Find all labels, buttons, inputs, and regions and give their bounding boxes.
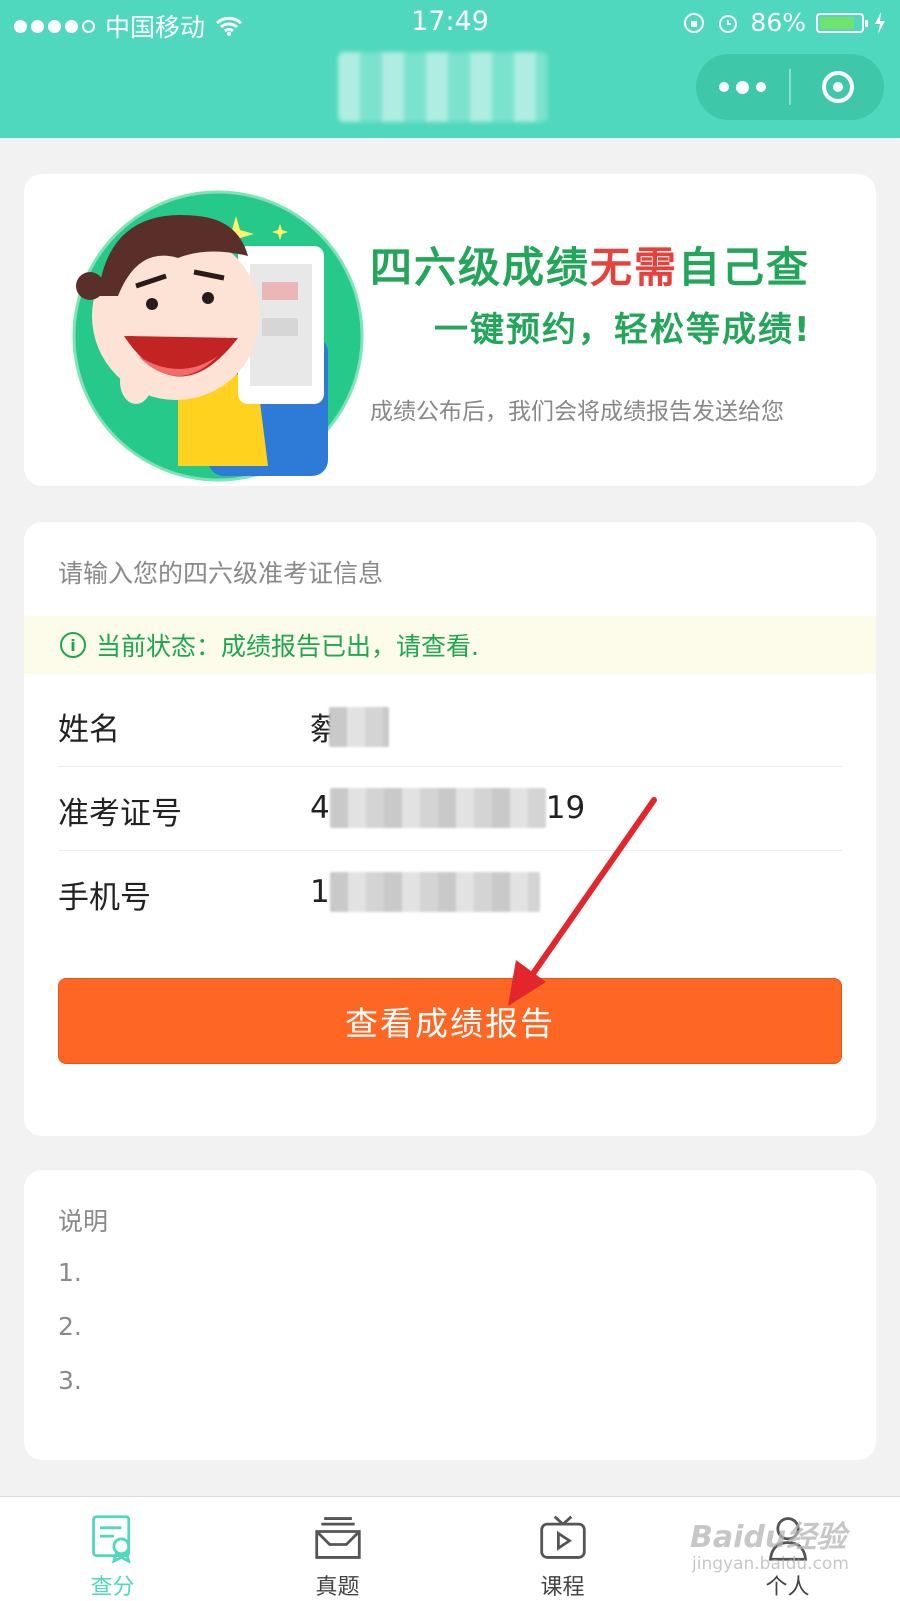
target-circle-icon [821,71,854,103]
alarm-icon [719,14,738,33]
ticket-number-suffix: 19 [545,790,586,826]
tab-score[interactable]: 查分 [0,1497,225,1601]
form-hint: 请输入您的四六级准考证信息 [58,559,384,588]
tab-past-papers[interactable]: 真题 [225,1497,450,1601]
tab-score-label: 查分 [90,1575,135,1600]
phone-field[interactable]: 手机号 1 [58,850,842,934]
banner-subtitle: 一键预约，轻松等成绩! [434,310,812,350]
battery-icon [816,12,868,33]
rotation-lock-icon [684,12,705,33]
phone-prefix: 1 [310,874,330,910]
exam-info-form: 请输入您的四六级准考证信息 i 当前状态：成绩报告已出，请查看. 姓名 蔡 准考… [24,522,876,1136]
tv-play-icon [539,1515,586,1559]
watermark-domain: jingyan.baidu.com [692,1554,849,1574]
note-item: 3. [58,1366,82,1395]
inbox-tray-icon [314,1517,361,1559]
banner-title-part1: 四六级成绩 [370,243,591,292]
score-check-icon [91,1515,131,1563]
notes-section: 说明 1. 2. 3. [24,1170,876,1460]
ticket-number-label: 准考证号 [58,796,182,832]
more-menu-button[interactable] [696,54,789,120]
ticket-number-value: 4 19 [310,788,585,828]
tab-courses[interactable]: 课程 [450,1497,675,1601]
charging-icon [875,11,885,34]
phone-value: 1 [310,872,540,912]
status-bar: 中国移动 17:49 86% [0,0,900,44]
promo-banner: 四六级成绩无需自己查 一键预约，轻松等成绩! 成绩公布后，我们会将成绩报告发送给… [24,174,876,486]
banner-title-highlight: 无需 [590,243,679,292]
info-icon: i [60,632,86,658]
more-dots-icon [719,82,729,92]
phone-redacted [329,872,540,912]
app-header: 中国移动 17:49 86% [0,0,900,138]
watermark-brand: Baidu经验 [690,1520,847,1555]
name-label: 姓名 [58,712,120,748]
name-value: 蔡 [310,704,389,749]
battery-percentage: 86% [750,8,806,37]
ticket-number-redacted [329,788,546,828]
view-score-report-button[interactable]: 查看成绩报告 [58,978,842,1064]
status-text: 当前状态：成绩报告已出，请查看. [96,632,479,661]
tab-past-papers-label: 真题 [315,1575,360,1600]
ticket-number-prefix: 4 [310,790,330,826]
note-item: 2. [58,1312,82,1341]
banner-title-part2: 自己查 [678,243,811,292]
banner-title: 四六级成绩无需自己查 [370,234,810,295]
cartoon-boy-illustration [72,190,364,482]
ticket-number-field[interactable]: 准考证号 4 19 [58,766,842,851]
banner-description: 成绩公布后，我们会将成绩报告发送给您 [370,399,784,425]
close-miniprogram-button[interactable] [791,54,884,120]
page-title-redacted [338,52,548,122]
note-item: 1. [58,1258,82,1287]
miniprogram-capsule [696,54,884,120]
phone-label: 手机号 [58,880,151,916]
tab-courses-label: 课程 [540,1575,585,1600]
baidu-jingyan-watermark: Baidu经验 jingyan.baidu.com [690,1512,849,1574]
name-redacted [329,706,389,747]
name-field[interactable]: 姓名 蔡 [58,682,842,767]
notes-title: 说明 [58,1207,109,1236]
status-notice: i 当前状态：成绩报告已出，请查看. [24,616,876,674]
